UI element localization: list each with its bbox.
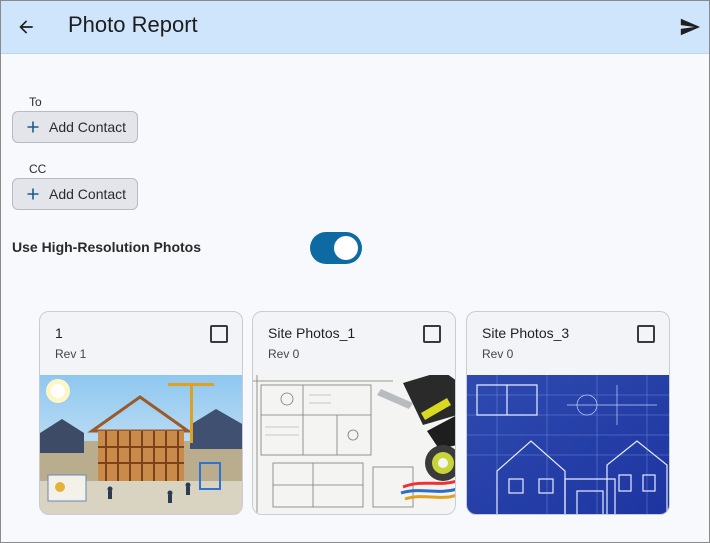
- page-title: Photo Report: [68, 12, 198, 37]
- photo-card[interactable]: Site Photos_3 Rev 0: [466, 311, 670, 515]
- photo-card[interactable]: Site Photos_1 Rev 0: [252, 311, 456, 515]
- cc-label: CC: [29, 162, 47, 176]
- back-button[interactable]: [13, 14, 39, 40]
- photo-select-checkbox[interactable]: [637, 325, 655, 343]
- add-cc-contact-button[interactable]: Add Contact: [12, 178, 138, 210]
- plus-icon: [27, 188, 39, 200]
- photo-title: Site Photos_3: [482, 325, 570, 341]
- photo-revision: Rev 0: [482, 347, 514, 361]
- high-res-toggle[interactable]: [310, 232, 362, 264]
- arrow-back-icon: [19, 20, 33, 34]
- photo-select-checkbox[interactable]: [423, 325, 441, 343]
- toggle-knob: [334, 236, 358, 260]
- app-bar: Photo Report: [1, 1, 709, 54]
- plus-icon: [27, 121, 39, 133]
- photo-title: 1: [55, 325, 63, 341]
- to-label: To: [29, 95, 42, 109]
- add-cc-contact-label: Add Contact: [49, 186, 127, 202]
- add-to-contact-label: Add Contact: [49, 119, 127, 135]
- photo-title: Site Photos_1: [268, 325, 356, 341]
- blue-blueprint-thumbnail: [467, 375, 669, 514]
- app-window: Photo Report To Add Contact CC Add Conta…: [0, 0, 710, 543]
- photo-revision: Rev 0: [268, 347, 300, 361]
- send-icon: [680, 18, 701, 36]
- high-res-label: Use High-Resolution Photos: [12, 239, 201, 255]
- add-to-contact-button[interactable]: Add Contact: [12, 111, 138, 143]
- photo-revision: Rev 1: [55, 347, 87, 361]
- send-button[interactable]: [677, 14, 703, 40]
- house-construction-thumbnail: [40, 375, 242, 514]
- photo-select-checkbox[interactable]: [210, 325, 228, 343]
- blueprint-with-tools-thumbnail: [253, 375, 455, 514]
- photo-card[interactable]: 1 Rev 1: [39, 311, 243, 515]
